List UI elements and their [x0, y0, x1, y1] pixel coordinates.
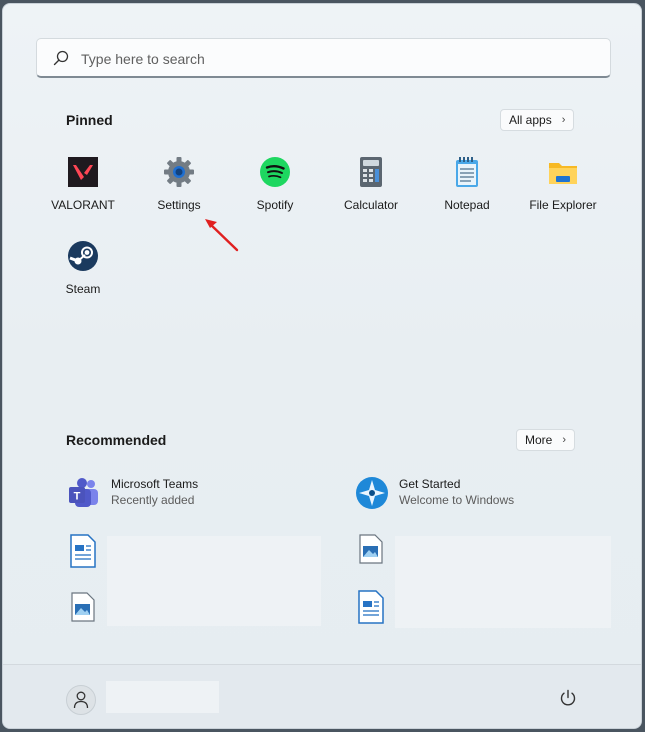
steam-icon [68, 241, 98, 271]
recommended-item-file[interactable] [357, 590, 577, 626]
start-menu: Pinned All apps › VALORANT [2, 3, 642, 729]
settings-gear-icon [164, 157, 194, 187]
image-file-icon [359, 534, 383, 564]
pinned-title: Pinned [66, 112, 113, 128]
annotation-arrow [205, 219, 239, 252]
pinned-app-steam[interactable]: Steam [35, 240, 131, 310]
search-icon [53, 50, 69, 66]
svg-text:T: T [74, 491, 81, 503]
image-file-icon [71, 592, 95, 622]
recommended-title: Recommended [66, 432, 167, 448]
document-icon [70, 534, 96, 568]
app-label: VALORANT [51, 198, 115, 212]
app-label: Steam [65, 282, 101, 296]
app-label: Notepad [444, 198, 490, 212]
recommended-item-title: Get Started [399, 477, 461, 491]
chevron-right-icon: › [562, 434, 567, 446]
search-input[interactable] [79, 47, 583, 71]
document-icon [358, 590, 384, 624]
spotify-icon [260, 157, 290, 187]
user-avatar-icon [73, 691, 89, 709]
get-started-icon [356, 477, 388, 509]
start-footer [3, 664, 641, 728]
recommended-item-file[interactable] [71, 592, 291, 626]
all-apps-label: All apps [509, 113, 552, 127]
user-avatar-button[interactable] [66, 685, 96, 715]
recommended-item-teams[interactable]: T Microsoft Teams Recently added [67, 476, 287, 512]
folder-icon [549, 163, 577, 184]
recommended-item-get-started[interactable]: Get Started Welcome to Windows [355, 476, 575, 512]
app-label: Settings [157, 198, 201, 212]
calculator-icon [360, 157, 382, 187]
recommended-item-title: Microsoft Teams [111, 477, 199, 491]
recommended-item-subtitle: Welcome to Windows [399, 493, 515, 507]
power-icon[interactable] [559, 689, 577, 707]
more-label: More [525, 433, 553, 447]
more-button[interactable]: More › [516, 429, 576, 451]
all-apps-button[interactable]: All apps › [500, 109, 575, 131]
pinned-app-calculator[interactable]: Calculator [323, 156, 419, 226]
chevron-right-icon: › [561, 114, 566, 126]
recommended-item-subtitle: Recently added [111, 493, 195, 507]
app-label: Calculator [343, 198, 399, 212]
redacted-user-name [106, 681, 219, 713]
pinned-app-valorant[interactable]: VALORANT [35, 156, 131, 226]
pinned-app-notepad[interactable]: Notepad [419, 156, 515, 226]
app-label: Spotify [256, 198, 294, 212]
teams-icon: T [69, 478, 98, 507]
search-box[interactable] [36, 38, 611, 78]
pinned-app-file-explorer[interactable]: File Explorer [515, 156, 611, 226]
notepad-icon [456, 157, 478, 187]
app-label: File Explorer [529, 198, 597, 212]
valorant-icon [68, 157, 98, 187]
